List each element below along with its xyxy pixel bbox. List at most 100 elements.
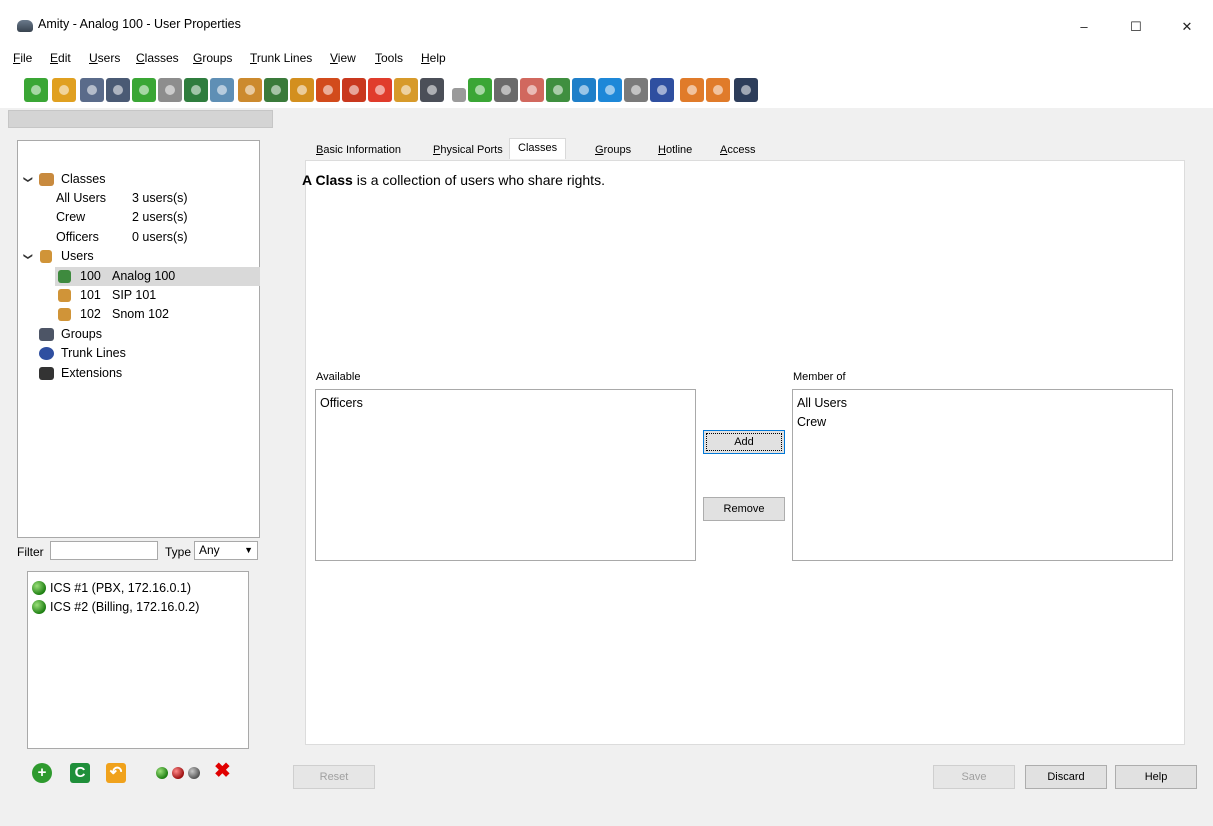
add-call-icon[interactable] (264, 78, 288, 102)
user-icon (40, 250, 52, 263)
close-button[interactable]: ✕ (1178, 18, 1196, 36)
window-title: Amity - Analog 100 - User Properties (38, 17, 241, 31)
tab-classes[interactable]: Classes (509, 138, 567, 159)
type-select[interactable]: Any ▼ (194, 541, 258, 560)
list-item[interactable]: Officers (320, 394, 363, 412)
tree-node-user-selected[interactable]: 100 Analog 100 (55, 267, 260, 286)
gray-status-icon[interactable] (188, 767, 200, 779)
menu-tools[interactable]: Tools (375, 51, 403, 65)
refresh-icon[interactable]: C (70, 763, 90, 783)
add-button[interactable]: Add (703, 430, 785, 454)
navigation-tree[interactable]: ❯ Classes All Users 3 users(s) Crew 2 us… (17, 140, 260, 538)
member-of-list[interactable]: All Users Crew (792, 389, 1173, 561)
server-item[interactable]: ICS #2 (Billing, 172.16.0.2) (32, 598, 199, 616)
menu-classes[interactable]: Classes (136, 51, 179, 65)
chevron-down-icon[interactable]: ❯ (18, 176, 37, 184)
red-status-icon[interactable] (172, 767, 184, 779)
small-gear-icon[interactable] (452, 88, 466, 102)
tools-icon[interactable] (624, 78, 648, 102)
status-green-icon (32, 581, 46, 595)
export-icon[interactable] (132, 78, 156, 102)
user-properties-icon[interactable] (210, 78, 234, 102)
user-transfer-icon[interactable] (546, 78, 570, 102)
add-user-icon[interactable] (184, 78, 208, 102)
menu-file[interactable]: File (13, 51, 32, 65)
status-strip (8, 110, 273, 128)
list-item[interactable]: Crew (797, 413, 826, 431)
groups-icon (39, 328, 54, 341)
save-as-icon[interactable] (106, 78, 130, 102)
new-icon[interactable] (24, 78, 48, 102)
add-server-icon[interactable]: + (32, 763, 52, 783)
save-icon[interactable] (80, 78, 104, 102)
tree-node-users[interactable]: ❯ Users (21, 247, 260, 266)
classes-description: A Class is a collection of users who sha… (302, 172, 605, 188)
tree-node-trunk-lines[interactable]: Trunk Lines (21, 344, 260, 363)
open-folder-icon[interactable] (52, 78, 76, 102)
tab-access[interactable]: Access (720, 144, 755, 156)
reset-button[interactable]: Reset (293, 765, 375, 789)
sip-user-icon (58, 308, 71, 321)
tab-basic-information[interactable]: Basic Information (316, 144, 401, 156)
server-item[interactable]: ICS #1 (PBX, 172.16.0.1) (32, 579, 191, 597)
sip-user-icon (58, 289, 71, 302)
save-button[interactable]: Save (933, 765, 1015, 789)
tree-node-user[interactable]: 102 Snom 102 (55, 305, 260, 324)
minimize-button[interactable]: – (1075, 18, 1093, 36)
network-icon[interactable] (650, 78, 674, 102)
back-arrow-icon[interactable] (680, 78, 704, 102)
menu-groups[interactable]: Groups (193, 51, 232, 65)
tab-physical-ports[interactable]: Physical Ports (433, 144, 503, 156)
menu-users[interactable]: Users (89, 51, 120, 65)
tree-node-groups[interactable]: Groups (21, 325, 260, 344)
add-sound-icon[interactable] (290, 78, 314, 102)
users-icon[interactable] (394, 78, 418, 102)
menu-help[interactable]: Help (421, 51, 446, 65)
list-item[interactable]: All Users (797, 394, 847, 412)
analog-user-icon (58, 270, 71, 283)
menu-bar: File Edit Users Classes Groups Trunk Lin… (0, 44, 1213, 68)
status-green-icon (32, 600, 46, 614)
add-document-icon[interactable] (468, 78, 492, 102)
record-icon[interactable] (520, 78, 544, 102)
menu-trunk-lines[interactable]: Trunk Lines (250, 51, 312, 65)
type-label: Type (165, 545, 192, 559)
settings-gear-icon[interactable] (494, 78, 518, 102)
app-icon (17, 20, 33, 32)
member-of-label: Member of (793, 371, 846, 383)
tree-node-classes[interactable]: ❯ Classes (21, 170, 260, 189)
phone-icon[interactable] (420, 78, 444, 102)
tree-node-user[interactable]: 101 SIP 101 (55, 286, 260, 305)
green-status-icon[interactable] (156, 767, 168, 779)
tree-node-extensions[interactable]: Extensions (21, 364, 260, 383)
help-button[interactable]: Help (1115, 765, 1197, 789)
menu-edit[interactable]: Edit (50, 51, 71, 65)
delete-icon[interactable]: ✖ (214, 760, 231, 782)
forward-arrow-icon[interactable] (706, 78, 730, 102)
server-list[interactable]: ICS #1 (PBX, 172.16.0.1) ICS #2 (Billing… (27, 571, 249, 749)
maximize-button[interactable]: ☐ (1127, 18, 1145, 36)
chevron-down-icon[interactable]: ❯ (18, 253, 37, 261)
tree-node-class[interactable]: Officers 0 users(s) (21, 228, 260, 247)
available-label: Available (316, 371, 361, 383)
undo-icon[interactable]: ↶ (106, 763, 126, 783)
speaker-icon[interactable] (316, 78, 340, 102)
alarm-icon[interactable] (368, 78, 392, 102)
tree-node-class[interactable]: Crew 2 users(s) (21, 208, 260, 227)
broadcast-icon[interactable] (342, 78, 366, 102)
dropdown-arrow-icon: ▼ (244, 545, 253, 555)
add-group-icon[interactable] (238, 78, 262, 102)
available-list[interactable]: Officers (315, 389, 696, 561)
tab-hotline[interactable]: Hotline (658, 144, 692, 156)
discard-button[interactable]: Discard (1025, 765, 1107, 789)
link-icon[interactable] (572, 78, 596, 102)
filter-input[interactable] (50, 541, 158, 560)
print-icon[interactable] (158, 78, 182, 102)
filter-label: Filter (17, 545, 44, 559)
upload-icon[interactable] (598, 78, 622, 102)
remove-button[interactable]: Remove (703, 497, 785, 521)
menu-view[interactable]: View (330, 51, 356, 65)
tab-groups[interactable]: Groups (595, 144, 631, 156)
server-icon[interactable] (734, 78, 758, 102)
tree-node-class[interactable]: All Users 3 users(s) (21, 189, 260, 208)
